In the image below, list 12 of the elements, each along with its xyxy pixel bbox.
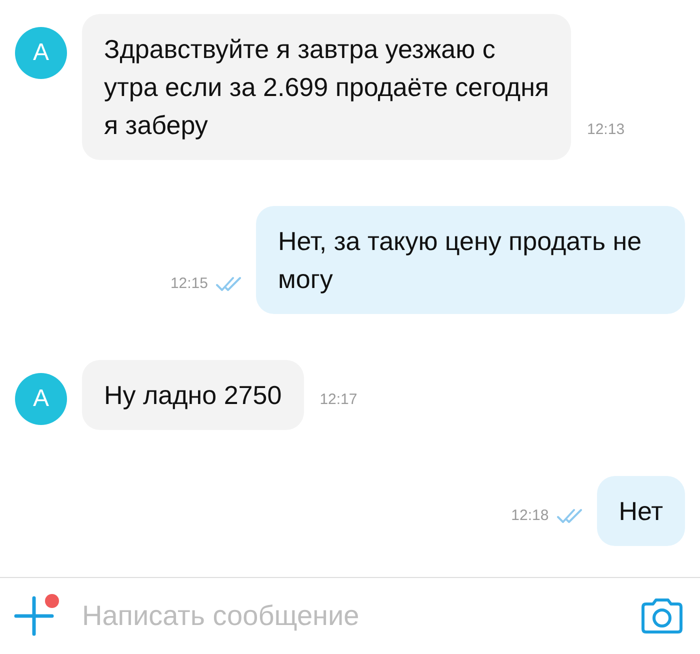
message-time: 12:13 [587,121,625,138]
camera-icon[interactable] [640,598,684,634]
message-bubble: Нет [596,476,685,546]
avatar: A [15,373,67,425]
message-time: 12:18 [511,507,549,524]
message-bubble: Ну ладно 2750 [82,360,304,430]
message-time: 12:17 [320,391,358,408]
message-bubble: Нет, за такую цену продать не могу [256,206,685,314]
avatar: A [15,27,67,79]
message-time: 12:15 [170,275,208,292]
message-input[interactable]: Написать сообщение [82,600,620,632]
message-bubble: Здравствуйте я завтра уезжаю с утра если за 2.699 продаёте сегодня я заберу [82,14,571,160]
